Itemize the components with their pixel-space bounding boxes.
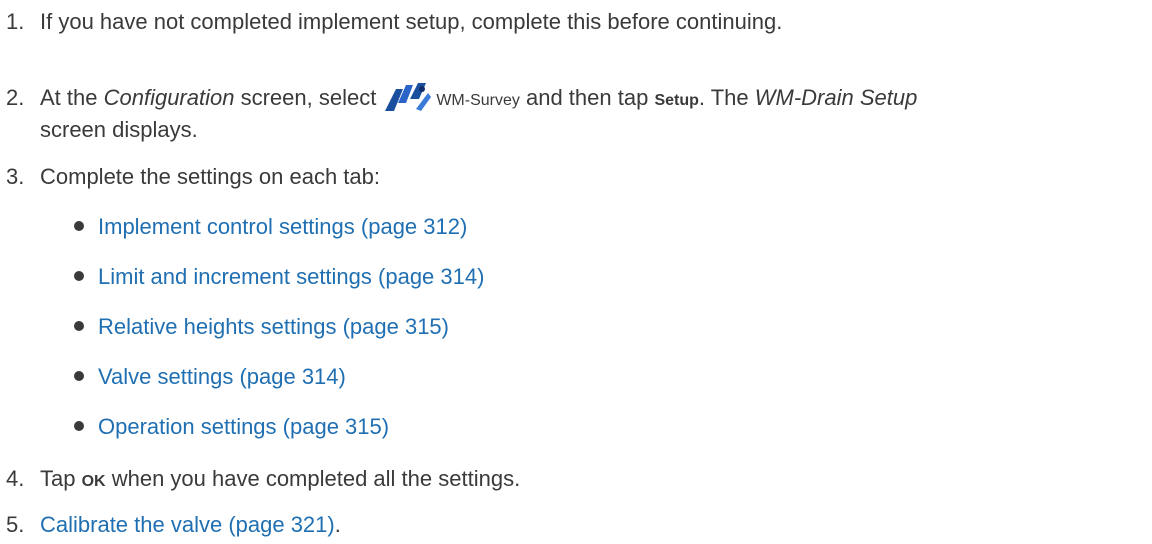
step-text: .: [334, 512, 341, 537]
step-text: screen displays.: [40, 117, 198, 142]
step-2-continuation: screen displays.: [40, 114, 198, 146]
calibrate-valve-link[interactable]: Calibrate the valve (page 321): [40, 512, 335, 537]
step-text: when you have completed all the settings…: [105, 466, 521, 491]
setup-button-label: Setup: [654, 92, 699, 109]
valve-settings-link[interactable]: Valve settings (page 314): [98, 364, 346, 389]
step-number: 3.: [6, 164, 25, 189]
step-text: Complete the settings on each tab:: [40, 164, 380, 189]
step-5: 5. Calibrate the valve (page 321).: [6, 509, 341, 541]
step-1: 1. If you have not completed implement se…: [6, 6, 782, 38]
instruction-document: 1. If you have not completed implement se…: [0, 0, 1152, 544]
step-number: 5.: [6, 512, 25, 537]
tab-link-item: Operation settings (page 315): [74, 411, 389, 443]
bullet-icon: [74, 271, 84, 282]
step-text: At the: [40, 85, 104, 110]
configuration-screen-name: Configuration: [103, 85, 235, 110]
step-number: 4.: [6, 466, 25, 491]
wm-survey-app-icon: [382, 83, 432, 122]
step-text: . The: [698, 85, 755, 110]
tab-link-item: Valve settings (page 314): [74, 361, 346, 393]
bullet-icon: [74, 371, 84, 382]
step-text: screen, select: [234, 85, 377, 110]
tab-link-item: Limit and increment settings (page 314): [74, 261, 484, 293]
step-number: 1.: [6, 9, 25, 34]
operation-settings-link[interactable]: Operation settings (page 315): [98, 414, 389, 439]
step-3: 3. Complete the settings on each tab:: [6, 161, 380, 193]
step-text: If you have not completed implement setu…: [40, 9, 783, 34]
relative-heights-settings-link[interactable]: Relative heights settings (page 315): [98, 314, 449, 339]
step-number: 2.: [6, 85, 25, 110]
tab-link-item: Implement control settings (page 312): [74, 211, 467, 243]
bullet-icon: [74, 321, 84, 332]
setup-screen-name: WM-Drain Setup: [754, 85, 918, 110]
bullet-icon: [74, 421, 84, 432]
step-text: Tap: [40, 466, 82, 491]
ok-button-label: OK: [81, 473, 106, 490]
limit-increment-settings-link[interactable]: Limit and increment settings (page 314): [98, 264, 484, 289]
step-text: and then tap: [519, 85, 655, 110]
step-4: 4. Tap OK when you have completed all the…: [6, 463, 520, 498]
tab-link-item: Relative heights settings (page 315): [74, 311, 449, 343]
implement-control-settings-link[interactable]: Implement control settings (page 312): [98, 214, 467, 239]
bullet-icon: [74, 221, 84, 232]
app-name: WM-Survey: [436, 92, 520, 109]
